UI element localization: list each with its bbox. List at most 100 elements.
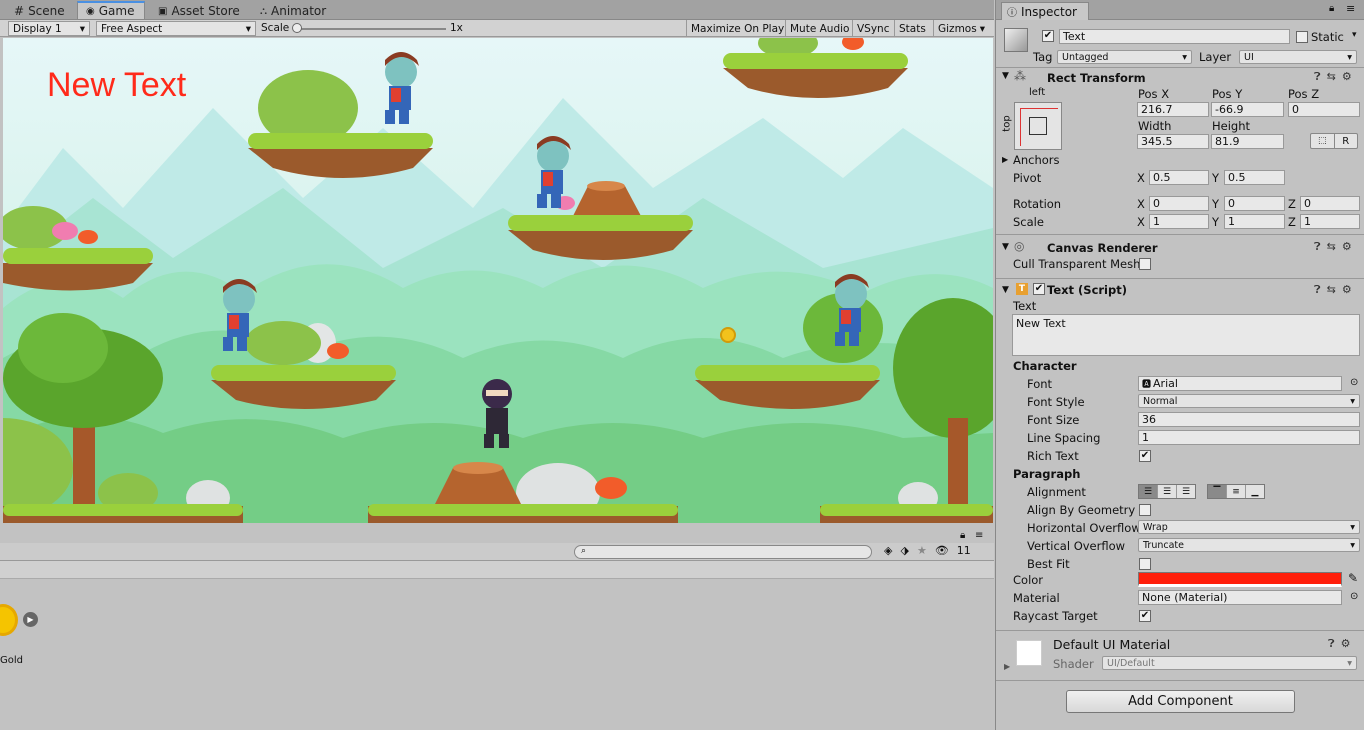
help-icon[interactable]: ❓︎ bbox=[1314, 70, 1321, 84]
maximize-on-play-toggle[interactable]: Maximize On Play bbox=[686, 20, 788, 37]
object-picker-icon[interactable]: ⊙ bbox=[1350, 377, 1358, 388]
gear-icon[interactable]: ⚙ bbox=[1342, 70, 1352, 84]
lock-icon[interactable]: 🔒︎ bbox=[1329, 3, 1334, 14]
cull-transparent-mesh-checkbox[interactable] bbox=[1139, 258, 1151, 270]
chevron-down-icon[interactable]: ▾ bbox=[1352, 30, 1357, 40]
text-content-textarea[interactable]: New Text bbox=[1012, 314, 1360, 356]
static-checkbox[interactable] bbox=[1296, 31, 1308, 43]
hidden-eye-icon[interactable]: 👁︎ bbox=[935, 544, 949, 557]
width-field[interactable]: 345.5 bbox=[1137, 134, 1209, 149]
label-filter-icon[interactable]: ⬗ bbox=[900, 544, 908, 557]
help-icon[interactable]: ❓︎ bbox=[1314, 283, 1321, 297]
game-view[interactable]: New Text bbox=[3, 38, 993, 523]
game-icon: ◉ bbox=[86, 5, 95, 17]
aspect-value: Free Aspect bbox=[101, 22, 163, 35]
active-checkbox[interactable]: ✔ bbox=[1042, 30, 1054, 42]
object-picker-icon[interactable]: ⊙ bbox=[1350, 591, 1358, 602]
alignment-label: Alignment bbox=[1027, 485, 1086, 499]
pos-z-field[interactable]: 0 bbox=[1288, 102, 1360, 117]
preset-icon[interactable]: ⇆ bbox=[1327, 70, 1336, 84]
gear-icon[interactable]: ⚙ bbox=[1341, 637, 1351, 651]
shader-dropdown[interactable]: UI/Default ▾ bbox=[1102, 656, 1357, 670]
scale-z-field[interactable]: 1 bbox=[1300, 214, 1360, 229]
hidden-count: 11 bbox=[956, 544, 971, 557]
help-icon[interactable]: ❓︎ bbox=[1328, 637, 1335, 651]
aspect-dropdown[interactable]: Free Aspect ▾ bbox=[96, 21, 256, 36]
text-enabled-checkbox[interactable]: ✔ bbox=[1033, 283, 1045, 295]
raycast-target-checkbox[interactable]: ✔ bbox=[1139, 610, 1151, 622]
eyedropper-icon[interactable]: ✎ bbox=[1348, 571, 1358, 585]
line-spacing-field[interactable]: 1 bbox=[1138, 430, 1360, 445]
tab-label: Asset Store bbox=[171, 4, 240, 18]
foldout-arrow-icon[interactable]: ▼ bbox=[1002, 242, 1009, 252]
best-fit-checkbox[interactable] bbox=[1139, 558, 1151, 570]
play-arrow-icon[interactable]: ▶ bbox=[23, 612, 38, 627]
help-icon[interactable]: ❓︎ bbox=[1314, 240, 1321, 254]
scale-slider-thumb[interactable] bbox=[292, 23, 302, 33]
align-by-geometry-checkbox[interactable] bbox=[1139, 504, 1151, 516]
favorite-star-icon[interactable]: ★ bbox=[917, 544, 927, 557]
align-right-icon[interactable]: ☰ bbox=[1176, 485, 1195, 498]
font-style-dropdown[interactable]: Normal ▾ bbox=[1138, 394, 1360, 408]
color-swatch[interactable] bbox=[1138, 572, 1342, 587]
align-middle-icon[interactable]: ≡ bbox=[1226, 485, 1245, 498]
type-filter-icon[interactable]: ◈ bbox=[884, 544, 892, 557]
align-top-icon[interactable]: ▔ bbox=[1208, 485, 1226, 498]
menu-icon[interactable]: ≡ bbox=[1346, 2, 1355, 15]
preset-icon[interactable]: ⇆ bbox=[1327, 283, 1336, 297]
horizontal-overflow-dropdown[interactable]: Wrap ▾ bbox=[1138, 520, 1360, 534]
tab-game[interactable]: ◉ Game bbox=[77, 1, 146, 19]
tab-inspector[interactable]: ⓘ Inspector bbox=[1001, 2, 1089, 20]
font-field[interactable]: 🅰︎ Arial bbox=[1138, 376, 1342, 391]
align-left-icon[interactable]: ☰ bbox=[1139, 485, 1157, 498]
layer-dropdown[interactable]: UI ▾ bbox=[1239, 50, 1357, 64]
vsync-toggle[interactable]: VSync bbox=[852, 20, 894, 37]
scale-x-field[interactable]: 1 bbox=[1149, 214, 1209, 229]
add-component-button[interactable]: Add Component bbox=[1066, 690, 1295, 713]
anchor-preset-button[interactable] bbox=[1014, 102, 1062, 150]
foldout-arrow-icon[interactable]: ▶ bbox=[1002, 155, 1008, 164]
object-name-field[interactable]: Text bbox=[1059, 29, 1290, 44]
lock-icon[interactable]: 🔒︎ bbox=[960, 530, 965, 541]
tag-dropdown[interactable]: Untagged ▾ bbox=[1057, 50, 1192, 64]
gear-icon[interactable]: ⚙ bbox=[1342, 283, 1352, 297]
preset-icon[interactable]: ⇆ bbox=[1327, 240, 1336, 254]
align-center-icon[interactable]: ☰ bbox=[1157, 485, 1176, 498]
foldout-arrow-icon[interactable]: ▶ bbox=[1004, 662, 1010, 671]
vertical-overflow-dropdown[interactable]: Truncate ▾ bbox=[1138, 538, 1360, 552]
menu-icon[interactable]: ≡ bbox=[975, 530, 983, 541]
gizmos-dropdown[interactable]: Gizmos ▾ bbox=[933, 20, 994, 37]
foldout-arrow-icon[interactable]: ▼ bbox=[1002, 285, 1009, 295]
pos-x-field[interactable]: 216.7 bbox=[1137, 102, 1209, 117]
tab-scene[interactable]: # Scene bbox=[6, 2, 75, 20]
height-field[interactable]: 81.9 bbox=[1211, 134, 1284, 149]
material-field[interactable]: None (Material) bbox=[1138, 590, 1342, 605]
scale-slider-track[interactable] bbox=[296, 28, 446, 30]
stats-toggle[interactable]: Stats bbox=[894, 20, 930, 37]
align-bottom-icon[interactable]: ▁ bbox=[1245, 485, 1264, 498]
display-dropdown[interactable]: Display 1 ▾ bbox=[8, 21, 90, 36]
rotation-z-field[interactable]: 0 bbox=[1300, 196, 1360, 211]
rich-text-checkbox[interactable]: ✔ bbox=[1139, 450, 1151, 462]
scale-label: Scale bbox=[261, 22, 290, 34]
pivot-x-field[interactable]: 0.5 bbox=[1149, 170, 1209, 185]
blueprint-mode-button[interactable]: ⬚ bbox=[1311, 134, 1335, 148]
pos-y-field[interactable]: -66.9 bbox=[1211, 102, 1284, 117]
view-tab-bar: # Scene ◉ Game ▣ Asset Store ⛬ Animator bbox=[0, 0, 994, 20]
pivot-x-label: X bbox=[1137, 171, 1145, 185]
rotation-y-field[interactable]: 0 bbox=[1224, 196, 1285, 211]
foldout-arrow-icon[interactable]: ▼ bbox=[1002, 71, 1009, 81]
gold-asset-thumbnail[interactable] bbox=[0, 604, 18, 636]
project-search-input[interactable]: ⌕ bbox=[574, 545, 872, 559]
rotation-x-field[interactable]: 0 bbox=[1149, 196, 1209, 211]
gear-icon[interactable]: ⚙ bbox=[1342, 240, 1352, 254]
tab-animator[interactable]: ⛬ Animator bbox=[252, 2, 336, 20]
raw-edit-button[interactable]: R bbox=[1335, 134, 1358, 148]
tab-asset-store[interactable]: ▣ Asset Store bbox=[150, 2, 250, 20]
font-size-field[interactable]: 36 bbox=[1138, 412, 1360, 427]
pivot-y-field[interactable]: 0.5 bbox=[1224, 170, 1285, 185]
mute-audio-toggle[interactable]: Mute Audio bbox=[785, 20, 853, 37]
pos-x-value: 216.7 bbox=[1141, 103, 1173, 116]
scale-y-field[interactable]: 1 bbox=[1224, 214, 1285, 229]
font-size-label: Font Size bbox=[1027, 413, 1080, 427]
